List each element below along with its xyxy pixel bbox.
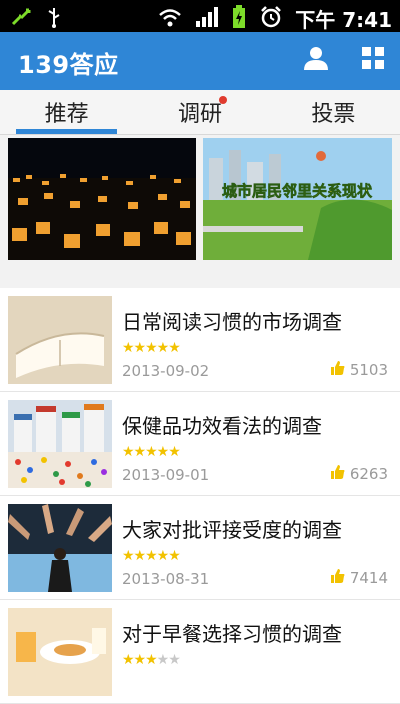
tab-label: 投票 [311,102,356,127]
vote-count: 6263 [330,464,388,484]
vote-count: 7414 [330,568,388,588]
survey-date: 2013-08-31 [122,570,210,588]
tab-research[interactable]: 调研 [133,90,266,134]
signal-bars-icon [195,6,219,32]
star-rating: ★★★★★ [122,340,181,356]
survey-date: 2013-09-02 [122,362,210,380]
vote-number: 6263 [349,465,388,483]
tab-label: 调研 [177,102,222,127]
tab-recommend[interactable]: 推荐 [0,90,133,134]
status-bar: 下午 7:41 [0,0,400,32]
survey-title: 保健品功效看法的调查 [122,414,322,438]
grid-icon[interactable] [362,47,384,73]
tab-label: 推荐 [44,102,89,127]
banner-residential-park-photo[interactable]: 城市居民邻里关系现状 [203,138,392,260]
survey-list: 日常阅读习惯的市场调查 ★★★★★ 2013-09-02 5103 保健品功效看… [0,288,400,704]
pointing-hands-photo [8,504,112,592]
list-item[interactable]: 日常阅读习惯的市场调查 ★★★★★ 2013-09-02 5103 [0,288,400,392]
pill-bottles-photo [8,400,112,488]
list-item[interactable]: 对于早餐选择习惯的调查 ★★★★★ [0,600,400,704]
survey-title: 大家对批评接受度的调查 [122,518,342,542]
user-icon[interactable] [302,44,330,76]
banner-caption: 城市居民邻里关系现状 [222,182,373,200]
tab-bar: 推荐 调研 投票 [0,90,400,135]
status-time: 下午 7:41 [295,8,392,32]
notification-dot [219,96,228,104]
usb-icon [46,6,62,32]
thumbs-up-icon [330,568,346,588]
app-title: 139答应 [18,51,119,79]
list-item[interactable]: 保健品功效看法的调查 ★★★★★ 2013-09-01 6263 [0,392,400,496]
vote-number: 5103 [349,361,388,379]
signal-arrows-icon [10,7,32,31]
vote-count: 5103 [330,360,388,380]
survey-date: 2013-09-01 [122,466,210,484]
battery-charging-icon [231,4,247,33]
open-book-photo [8,296,112,384]
survey-title: 日常阅读习惯的市场调查 [122,310,342,334]
banner-lantern-night-photo[interactable] [8,138,196,260]
wifi-icon [157,6,183,32]
breakfast-photo [8,608,112,696]
star-rating: ★★★★★ [122,444,181,460]
thumbs-up-icon [330,360,346,380]
star-rating: ★★★★★ [122,548,181,564]
survey-title: 对于早餐选择习惯的调查 [122,622,342,646]
star-rating: ★★★★★ [122,652,181,668]
alarm-icon [259,5,283,33]
thumbs-up-icon [330,464,346,484]
vote-number: 7414 [349,569,388,587]
app-header: 139答应 [0,32,400,90]
tab-vote[interactable]: 投票 [267,90,400,134]
list-item[interactable]: 大家对批评接受度的调查 ★★★★★ 2013-08-31 7414 [0,496,400,600]
